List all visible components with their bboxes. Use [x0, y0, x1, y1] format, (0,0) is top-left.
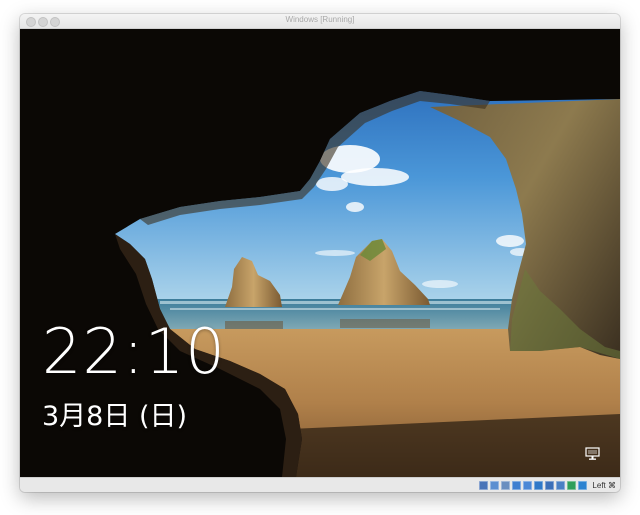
cpu-icon[interactable] [567, 481, 577, 490]
optical-drive-icon[interactable] [490, 481, 500, 490]
virtualbox-window: Windows [Running] 22:10 3月8日 (日) Left ⌘ [20, 14, 620, 492]
audio-icon[interactable] [501, 481, 511, 490]
window-title: Windows [Running] [285, 15, 355, 24]
lock-screen-date: 3月8日 (日) [42, 401, 188, 432]
video-capture-icon[interactable] [556, 481, 566, 490]
lock-screen[interactable]: 22:10 3月8日 (日) [20, 29, 620, 477]
status-bar: Left ⌘ [20, 477, 620, 492]
display-icon[interactable] [545, 481, 555, 490]
shared-folders-icon[interactable] [534, 481, 544, 490]
lock-screen-time: 22:10 [42, 315, 226, 388]
network-icon[interactable] [512, 481, 522, 490]
usb-icon[interactable] [523, 481, 533, 490]
status-icon-tray: Left ⌘ [479, 480, 616, 491]
title-bar[interactable]: Windows [Running] [20, 14, 620, 29]
network-monitor-icon[interactable] [585, 447, 600, 461]
mouse-integration-icon[interactable] [578, 481, 588, 490]
hard-disk-icon[interactable] [479, 481, 489, 490]
host-key-label[interactable]: Left ⌘ [592, 480, 616, 491]
